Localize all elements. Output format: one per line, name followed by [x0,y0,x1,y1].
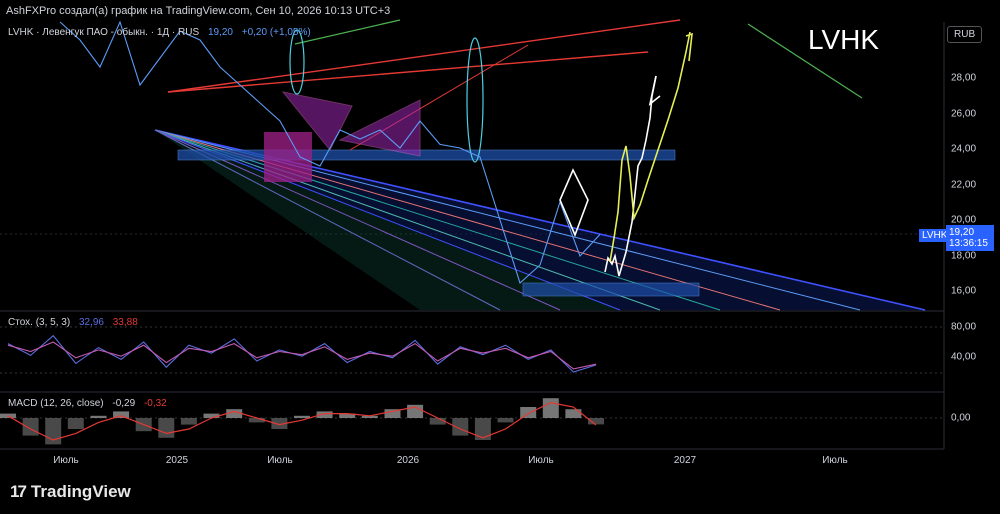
stoch-tick-40: 40,00 [951,351,977,363]
macd-histogram-bar [294,415,310,418]
macd-histogram-bar [542,398,559,418]
stoch-k-line [7,334,597,373]
badge-time: 13:36:15 [949,238,988,249]
footer [0,473,1000,514]
stoch-name: Стох. (3, 5, 3) [8,317,71,328]
macd-histogram-bar [565,409,582,418]
resistance-zone[interactable] [177,149,676,161]
x-tick-jul-2026: Июль [528,455,554,466]
stoch-tick-80: 80,00 [951,321,977,333]
macd-legend[interactable]: MACD (12, 26, close) -0,29 -0,32 [8,398,173,409]
main-legend[interactable]: LVHK · Левенгук ПАО - обыкн. · 1Д · RUS … [8,27,317,38]
currency-button[interactable]: RUB [947,26,983,43]
y-tick-18: 18,00 [951,250,977,262]
stoch-legend[interactable]: Стох. (3, 5, 3) 32,96 33,88 [8,317,144,328]
y-tick-24: 24,00 [951,143,977,155]
x-tick-2025: 2025 [165,455,189,466]
y-tick-28: 28,00 [951,72,977,84]
tradingview-mark-icon: 17 [10,482,27,501]
macd-histogram-bar [22,418,39,436]
macd-histogram-bar [180,418,197,425]
macd-histogram-bar [497,418,514,423]
x-tick-jul-2024: Июль [53,455,79,466]
tradingview-logo[interactable]: 17 TradingView [10,482,131,502]
y-tick-26: 26,00 [951,108,977,120]
macd-hist-value: -0,29 [112,398,136,409]
badge-price: 19,20 [949,227,975,238]
support-zone[interactable] [522,282,700,297]
macd-histogram-bar [90,415,107,418]
last-price-badge: 19,20 13:36:15 [946,225,994,251]
magenta-box[interactable] [264,132,312,182]
symbol-text: LVHK · Левенгук ПАО - обыкн. · 1Д · RUS [8,27,200,38]
change-text: +0,20 (+1,05%) [241,27,311,38]
chart-canvas[interactable] [0,0,1000,514]
macd-name: MACD (12, 26, close) [8,398,104,409]
macd-signal-value: -0,32 [143,398,167,409]
last-price-text: 19,20 [207,27,233,38]
x-tick-jul-2025: Июль [267,455,293,466]
x-tick-2026: 2026 [396,455,420,466]
tradingview-logo-text: TradingView [30,482,131,501]
stoch-k-value: 32,96 [78,317,104,328]
stoch-d-value: 33,88 [112,317,138,328]
macd-histogram-bar [67,418,84,429]
x-tick-2027: 2027 [673,455,697,466]
y-tick-20: 20,00 [951,214,977,226]
macd-histogram-bar [520,407,537,418]
y-tick-22: 22,00 [951,179,977,191]
y-tick-16: 16,00 [951,285,977,297]
macd-histogram-bar [158,418,175,438]
x-tick-jul-2027: Июль [822,455,848,466]
ticker-annotation[interactable]: LVHK [808,24,879,56]
macd-tick-0: 0,00 [951,412,971,424]
macd-histogram-bar [474,418,491,440]
